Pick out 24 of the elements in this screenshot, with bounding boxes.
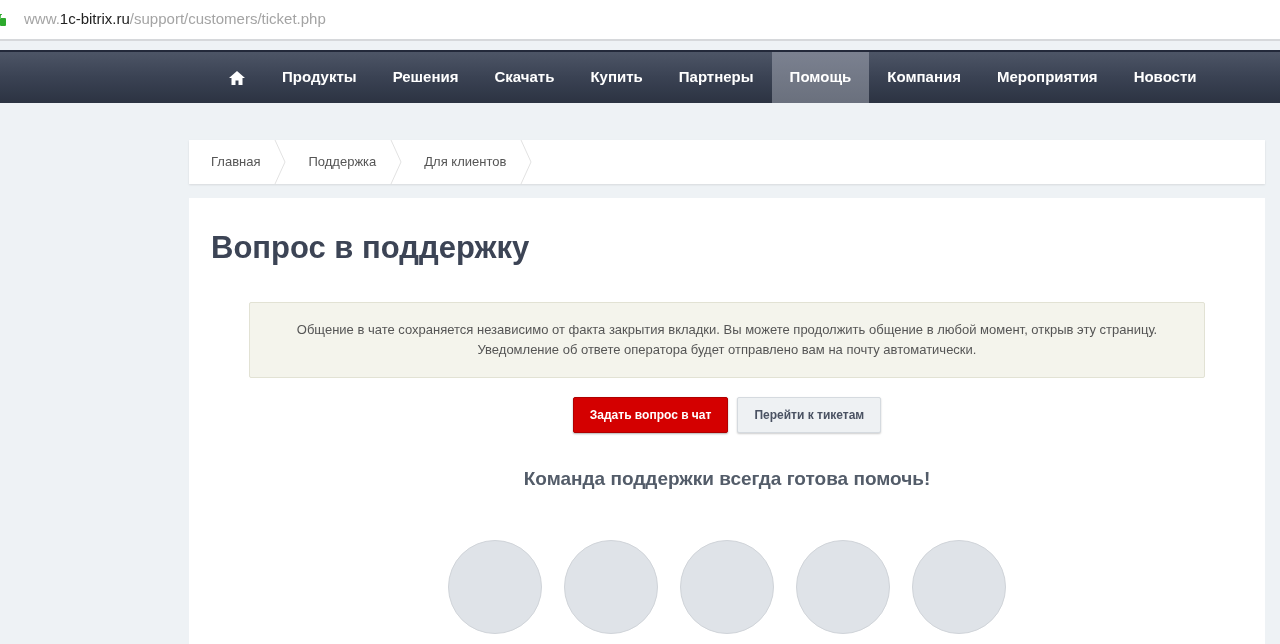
breadcrumb-link[interactable]: Главная (189, 140, 275, 184)
address-bar[interactable]: www.1c-bitrix.ru/support/customers/ticket.php (0, 0, 1280, 41)
notice-text: Уведомление об ответе оператора будет отправлено вам на почту автоматически. (477, 341, 977, 359)
breadcrumb-link[interactable]: Поддержка (286, 140, 391, 184)
chevron-divider-icon (520, 140, 533, 184)
nav-tab[interactable]: Скачать (476, 52, 573, 103)
nav-tab[interactable]: Продукты (264, 52, 375, 103)
team-heading: Команда поддержки всегда готова помочь! (522, 467, 932, 491)
nav-tab[interactable]: Партнеры (660, 52, 772, 103)
nav-tab[interactable]: Новости (1115, 52, 1215, 103)
nav-tab[interactable]: Решения (374, 52, 477, 103)
nav-tab[interactable]: Компания (869, 52, 979, 103)
chevron-divider-icon (390, 140, 403, 184)
action-button[interactable]: Задать вопрос в чат (572, 397, 729, 433)
page-title: Вопрос в поддержку (211, 230, 531, 266)
chevron-divider-icon (274, 140, 287, 184)
url-text[interactable]: www.1c-bitrix.ru/support/customers/ticket.php (24, 8, 326, 31)
breadcrumb-link[interactable]: Для клиентов (402, 140, 521, 184)
nav-tab[interactable]: Помощь (771, 52, 870, 103)
notice-text: Общение в чате сохраняется независимо от факта закрытия вкладки. Вы можете продолжить общение в любой момент, открыв эту страницу. (296, 321, 1158, 339)
lock-icon (0, 13, 6, 26)
nav-tab[interactable]: Мероприятия (978, 52, 1116, 103)
action-button[interactable]: Перейти к тикетам (737, 397, 882, 433)
nav-tab[interactable]: Купить (572, 52, 661, 103)
